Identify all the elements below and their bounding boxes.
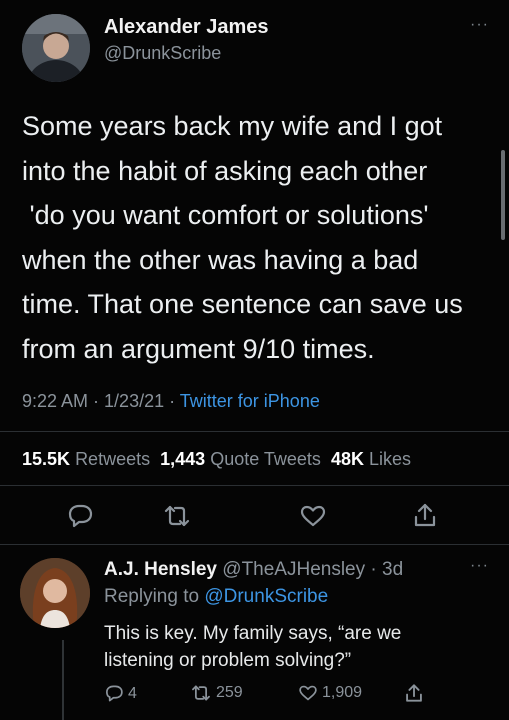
quotes-count: 1,443: [160, 449, 206, 469]
author-name[interactable]: Alexander James: [104, 16, 269, 39]
tweet-line: into the habit of asking each other: [22, 155, 428, 186]
reply-like-count: 1,909: [322, 684, 363, 701]
reply-icon: [106, 685, 123, 702]
reply-retweet-button[interactable]: 259: [190, 684, 243, 702]
replying-to: Replying to @DrunkScribe: [104, 586, 328, 608]
reply-actions: 4 259 1,909: [104, 684, 434, 708]
likes-label: Likes: [368, 449, 412, 469]
retweets-count: 15.5K: [22, 449, 71, 469]
reply-reply-count: 4: [128, 684, 137, 702]
quotes-stat[interactable]: 1,443 Quote Tweets: [160, 449, 321, 469]
retweets-stat[interactable]: 15.5K Retweets: [22, 449, 150, 469]
reply-line: This is key. My family says, “are we: [104, 623, 402, 644]
retweet-icon[interactable]: [162, 504, 192, 528]
share-icon: [406, 684, 422, 702]
reply-like-button[interactable]: 1,909: [298, 684, 362, 702]
tweet-text: Some years back my wife and I got into t…: [22, 104, 492, 371]
likes-count: 48K: [330, 449, 364, 469]
reply-author-avatar[interactable]: [20, 558, 90, 628]
replying-prefix: Replying to: [104, 586, 200, 607]
divider: [0, 544, 509, 545]
likes-stat[interactable]: 48K Likes: [331, 449, 411, 469]
reply-icon[interactable]: [66, 503, 94, 529]
tweet-date[interactable]: 1/23/21: [104, 391, 164, 411]
more-options-icon[interactable]: ···: [470, 16, 489, 34]
tweet-line: 'do you want comfort or solutions': [22, 200, 429, 230]
retweet-icon: [192, 685, 210, 701]
divider: [0, 431, 509, 432]
reply-author-handle[interactable]: @TheAJHensley: [222, 559, 365, 580]
like-icon[interactable]: [299, 504, 327, 528]
reply-more-options-icon[interactable]: ···: [470, 557, 489, 575]
reply-age: 3d: [382, 559, 404, 580]
tweet-meta: 9:22 AM · 1/23/21 · Twitter for iPhone: [22, 391, 320, 412]
reply-header: A.J. Hensley @TheAJHensley · 3d: [104, 559, 403, 581]
author-avatar[interactable]: [22, 14, 90, 82]
author-handle[interactable]: @DrunkScribe: [104, 43, 221, 64]
share-icon[interactable]: [412, 501, 438, 529]
reply-line: listening or problem solving?”: [104, 650, 352, 671]
retweets-label: Retweets: [75, 449, 151, 469]
reply-retweet-count: 259: [216, 684, 243, 701]
tweet-stats: 15.5K Retweets 1,443 Quote Tweets 48K Li…: [22, 449, 411, 470]
meta-separator: ·: [365, 559, 383, 580]
quotes-label: Quote Tweets: [210, 449, 321, 469]
tweet-line: Some years back my wife and I got: [22, 111, 443, 141]
like-icon: [299, 685, 317, 701]
scrollbar[interactable]: [501, 150, 505, 240]
thread-line: [62, 640, 64, 720]
tweet-line: time. That one sentence can save us: [22, 289, 463, 319]
reply-share-button[interactable]: [404, 682, 424, 709]
reply-text: This is key. My family says, “are we lis…: [104, 620, 464, 674]
meta-separator: ·: [164, 391, 180, 411]
meta-separator: ·: [88, 391, 105, 411]
replying-handle-link[interactable]: @DrunkScribe: [204, 586, 328, 607]
divider: [0, 485, 509, 486]
reply-author-name[interactable]: A.J. Hensley: [104, 559, 217, 580]
tweet-time: 9:22 AM: [22, 391, 89, 411]
tweet-line: when the other was having a bad: [22, 244, 419, 275]
tweet-line: from an argument 9/10 times.: [22, 333, 375, 364]
reply-reply-button[interactable]: 4: [104, 684, 137, 703]
tweet-source-link[interactable]: Twitter for iPhone: [180, 391, 320, 411]
